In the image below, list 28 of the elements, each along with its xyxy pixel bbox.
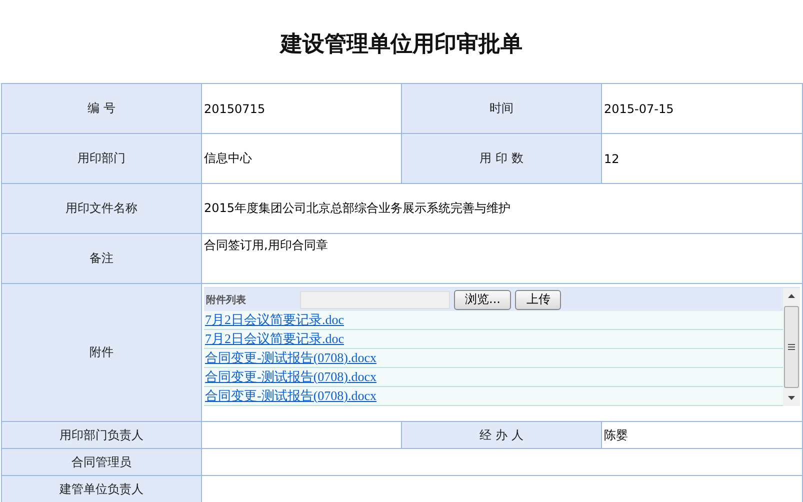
- field-label: 附件: [90, 345, 114, 359]
- field-value: 20150715: [204, 102, 266, 116]
- field-label: 建管单位负责人: [60, 482, 144, 496]
- field-label: 经 办 人: [480, 428, 524, 442]
- file-path-field[interactable]: [300, 290, 450, 308]
- field-label: 用 印 数: [480, 151, 524, 165]
- browse-button[interactable]: 浏览...: [454, 290, 512, 310]
- upload-button[interactable]: 上传: [515, 290, 562, 310]
- field-value: 信息中心: [204, 151, 252, 165]
- field-value: 陈婴: [604, 428, 628, 442]
- field-label: 用印文件名称: [66, 201, 138, 215]
- scroll-down-icon[interactable]: [788, 396, 795, 400]
- field-label: 合同管理员: [72, 454, 132, 468]
- field-label: 备注: [90, 251, 114, 265]
- form-title: 建设管理单位用印审批单: [278, 30, 524, 58]
- field-value: 12: [604, 152, 620, 166]
- field-label: 时间: [490, 101, 514, 115]
- field-value: 2015年度集团公司北京总部综合业务展示系统完善与维护: [204, 201, 511, 215]
- grip-icon: [788, 344, 795, 350]
- attachment-list-label: 附件列表: [206, 294, 247, 306]
- field-value: 合同签订用,用印合同章: [204, 238, 328, 252]
- field-label: 用印部门负责人: [60, 428, 144, 442]
- field-value: 2015-07-15: [604, 102, 674, 116]
- field-label: 编 号: [88, 101, 116, 115]
- field-label: 用印部门: [78, 151, 126, 165]
- scrollbar[interactable]: [783, 288, 800, 406]
- scroll-thumb[interactable]: [784, 306, 799, 388]
- scroll-up-icon[interactable]: [788, 294, 795, 298]
